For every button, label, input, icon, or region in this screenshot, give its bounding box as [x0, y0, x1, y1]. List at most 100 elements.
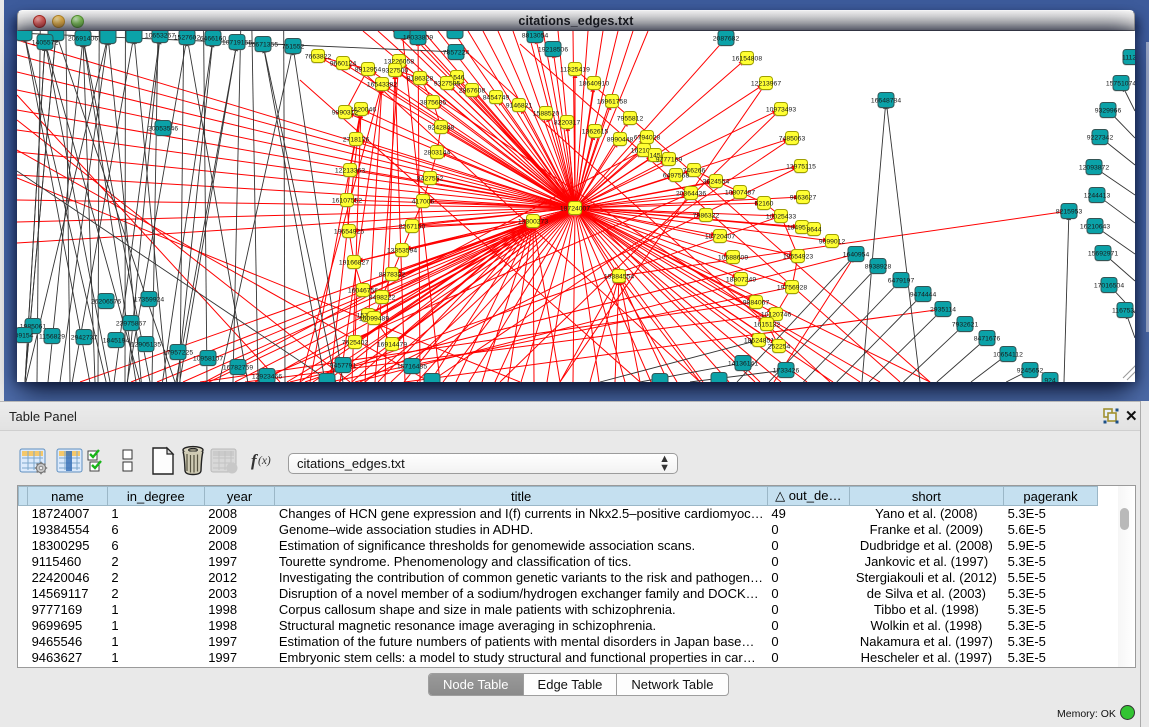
svg-text:1405572: 1405572: [32, 40, 59, 47]
svg-text:7986322: 7986322: [693, 213, 720, 220]
svg-text:8267150: 8267150: [399, 224, 426, 231]
svg-text:19166827: 19166827: [339, 260, 369, 267]
svg-text:15716485: 15716485: [397, 364, 427, 371]
svg-text:9327505: 9327505: [434, 81, 461, 88]
svg-text:924: 924: [1044, 378, 1056, 383]
svg-text:8813054: 8813054: [522, 33, 549, 40]
svg-text:19218506: 19218506: [538, 47, 568, 54]
svg-text:1156829: 1156829: [39, 334, 65, 341]
svg-text:(x): (x): [258, 455, 271, 467]
svg-text:9463627: 9463627: [790, 195, 817, 202]
svg-text:14136141: 14136141: [728, 361, 758, 368]
svg-text:12975115: 12975115: [786, 164, 816, 171]
svg-text:8912954: 8912954: [355, 67, 382, 74]
svg-text:10807487: 10807487: [725, 190, 755, 197]
svg-text:17016504: 17016504: [1094, 283, 1124, 290]
svg-text:16543382: 16543382: [367, 82, 397, 89]
svg-text:9242848: 9242848: [428, 125, 455, 132]
svg-text:16782759: 16782759: [223, 365, 253, 372]
svg-text:16046756: 16046756: [348, 288, 378, 295]
svg-text:12923466: 12923466: [252, 374, 282, 381]
svg-text:26206576: 26206576: [91, 299, 121, 306]
svg-text:8644: 8644: [806, 227, 821, 234]
svg-text:8427552: 8427552: [417, 176, 444, 183]
svg-text:19654925: 19654925: [334, 229, 364, 236]
svg-text:10653267: 10653267: [145, 33, 175, 40]
svg-text:2867608: 2867608: [459, 88, 486, 95]
svg-text:2087682: 2087682: [713, 36, 740, 43]
svg-text:3624554: 3624554: [703, 179, 730, 186]
svg-text:3875685: 3875685: [420, 100, 447, 107]
svg-text:19384554: 19384554: [604, 274, 634, 281]
svg-text:16154808: 16154808: [732, 56, 762, 63]
svg-text:10958107: 10958107: [193, 356, 223, 363]
svg-text:2803144: 2803144: [424, 150, 451, 157]
svg-text:12093872: 12093872: [1079, 165, 1109, 172]
svg-text:16107552: 16107552: [332, 198, 362, 205]
svg-text:11325419: 11325419: [560, 67, 590, 74]
svg-text:8220317: 8220317: [554, 120, 581, 127]
svg-text:9777169: 9777169: [656, 157, 683, 164]
svg-text:16099489: 16099489: [359, 316, 389, 323]
svg-text:12905135: 12905135: [131, 342, 161, 349]
svg-text:417006: 417006: [412, 199, 435, 206]
svg-text:9884067: 9884067: [743, 300, 770, 307]
svg-text:2935114: 2935114: [930, 307, 956, 314]
svg-text:1640954: 1640954: [843, 252, 870, 259]
svg-text:9099012: 9099012: [819, 239, 846, 246]
svg-text:23975867: 23975867: [116, 321, 146, 328]
svg-text:9227342: 9227342: [1087, 135, 1114, 142]
svg-text:8938928: 8938928: [865, 264, 892, 271]
svg-text:8186328: 8186328: [407, 76, 434, 83]
svg-text:15720407: 15720407: [705, 234, 735, 241]
svg-text:6479197: 6479197: [888, 278, 915, 285]
svg-text:9329966: 9329966: [1095, 108, 1122, 115]
svg-text:16033809: 16033809: [403, 35, 433, 42]
svg-text:8454749: 8454749: [483, 95, 510, 102]
svg-text:1362615: 1362615: [582, 129, 609, 136]
svg-text:9660124: 9660124: [330, 61, 357, 68]
svg-text:16671355: 16671355: [248, 42, 278, 49]
svg-text:17957225: 17957225: [163, 350, 193, 357]
svg-text:18807249: 18807249: [726, 277, 756, 284]
svg-text:8215953: 8215953: [1056, 209, 1083, 216]
svg-text:1244413: 1244413: [1084, 193, 1111, 200]
svg-text:1615132: 1615132: [754, 322, 781, 329]
svg-text:20364436: 20364436: [676, 191, 706, 198]
svg-text:13300273: 13300273: [518, 219, 548, 226]
svg-text:15751074: 15751074: [1106, 81, 1135, 88]
svg-text:13353594: 13353594: [387, 248, 417, 255]
svg-text:9245652: 9245652: [1017, 368, 1044, 375]
svg-text:2718176: 2718176: [343, 137, 370, 144]
svg-text:16914479: 16914479: [377, 342, 407, 349]
svg-text:20053546: 20053546: [148, 126, 178, 133]
svg-text:9146821: 9146821: [506, 103, 533, 110]
svg-text:9457791: 9457791: [330, 363, 357, 370]
svg-text:17359924: 17359924: [134, 297, 164, 304]
svg-text:18724007: 18724007: [560, 206, 590, 213]
svg-text:10973493: 10973493: [766, 107, 796, 114]
svg-text:7625402: 7625402: [342, 340, 369, 347]
svg-text:1167534: 1167534: [1112, 308, 1135, 315]
svg-text:8990448: 8990448: [607, 137, 634, 144]
svg-text:19756928: 19756928: [777, 285, 807, 292]
svg-text:10654112: 10654112: [993, 352, 1023, 359]
svg-text:7932621: 7932621: [952, 322, 979, 329]
svg-text:1733426: 1733426: [773, 368, 800, 375]
svg-text:6497568: 6497568: [663, 173, 690, 180]
svg-text:7955812: 7955812: [617, 116, 644, 123]
svg-text:9890312: 9890312: [332, 110, 359, 117]
svg-text:252254: 252254: [768, 344, 791, 351]
svg-text:11123: 11123: [1122, 55, 1135, 62]
svg-text:12213967: 12213967: [751, 81, 781, 88]
svg-text:16648784: 16648784: [871, 98, 901, 105]
svg-text:20691406: 20691406: [68, 36, 98, 43]
svg-text:8878332: 8878332: [379, 272, 406, 279]
svg-text:9327500: 9327500: [382, 68, 409, 75]
svg-text:10025433: 10025433: [766, 214, 796, 221]
svg-text:12213363: 12213363: [335, 168, 365, 175]
svg-text:15692971: 15692971: [1088, 251, 1118, 258]
svg-text:19654923: 19654923: [783, 254, 813, 261]
svg-text:1527602: 1527602: [174, 35, 201, 42]
svg-text:9474444: 9474444: [910, 292, 937, 299]
